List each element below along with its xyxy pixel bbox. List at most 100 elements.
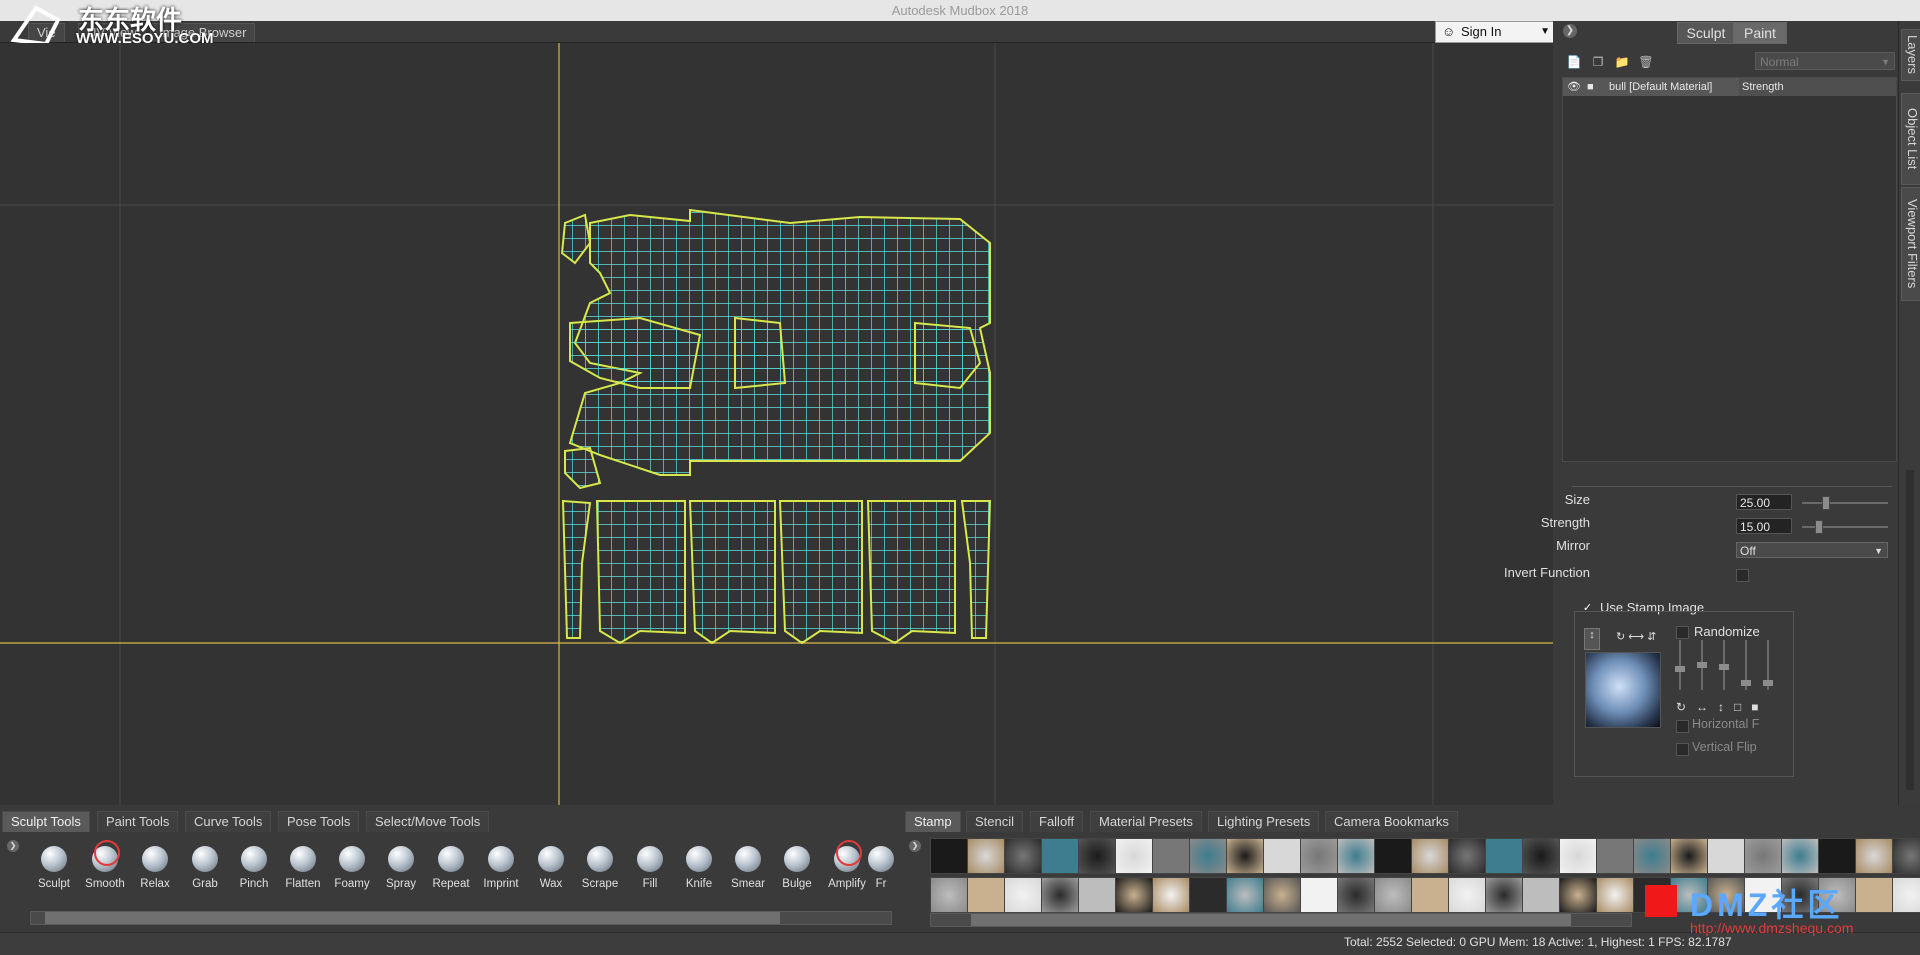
size-input[interactable]: 25.00 bbox=[1736, 494, 1792, 510]
layer-list[interactable]: 👁 ■ bull [Default Material] Strength bbox=[1562, 77, 1897, 462]
mirror-select[interactable]: Off ▼ bbox=[1736, 542, 1888, 558]
side-tab-viewport-filters[interactable]: Viewport Filters bbox=[1901, 187, 1920, 301]
properties-scrollbar[interactable] bbox=[1906, 470, 1914, 790]
stamp-thumbnail[interactable] bbox=[1078, 877, 1116, 913]
stamp-thumbnail[interactable] bbox=[1374, 838, 1412, 874]
stamp-scrollbar[interactable] bbox=[930, 913, 1632, 927]
stamp-thumbnail[interactable] bbox=[1744, 838, 1782, 874]
stamp-thumbnail[interactable] bbox=[1115, 838, 1153, 874]
stamp-thumbnail[interactable] bbox=[1152, 877, 1190, 913]
size-slider[interactable] bbox=[1802, 502, 1888, 504]
sign-in-button[interactable]: ☺ Sign In ▼ bbox=[1435, 21, 1555, 43]
tool-imprint[interactable]: Imprint bbox=[477, 840, 525, 900]
stamp-thumbnail[interactable] bbox=[1189, 838, 1227, 874]
tool-spray[interactable]: Spray bbox=[377, 840, 425, 900]
tab-lighting-presets[interactable]: Lighting Presets bbox=[1208, 811, 1320, 832]
tool-smear[interactable]: Smear bbox=[724, 840, 772, 900]
stamp-thumbnail[interactable] bbox=[1485, 877, 1523, 913]
tool-amplify[interactable]: Amplify bbox=[823, 840, 871, 900]
vertical-flip-checkbox[interactable] bbox=[1676, 743, 1689, 756]
stamp-thumbnail[interactable] bbox=[1374, 877, 1412, 913]
randomize-checkbox[interactable] bbox=[1676, 626, 1689, 639]
tab-pose-tools[interactable]: Pose Tools bbox=[278, 811, 360, 832]
invert-function-checkbox[interactable] bbox=[1736, 569, 1749, 582]
stamp-thumbnail[interactable] bbox=[1078, 838, 1116, 874]
stamp-thumbnail[interactable] bbox=[930, 877, 968, 913]
tool-scrape[interactable]: Scrape bbox=[576, 840, 624, 900]
tab-sculpt-tools[interactable]: Sculpt Tools bbox=[2, 811, 90, 832]
tool-grab[interactable]: Grab bbox=[181, 840, 229, 900]
stamp-thumbnail[interactable] bbox=[1818, 838, 1856, 874]
stamp-thumbnail[interactable] bbox=[1300, 838, 1338, 874]
stamp-thumbnail[interactable] bbox=[1559, 838, 1597, 874]
side-tab-layers[interactable]: Layers bbox=[1901, 29, 1920, 81]
stamp-thumbnail[interactable] bbox=[930, 838, 968, 874]
stamp-thumbnail[interactable] bbox=[967, 877, 1005, 913]
tab-stencil[interactable]: Stencil bbox=[966, 811, 1024, 832]
mode-tab-paint[interactable]: Paint bbox=[1733, 22, 1787, 44]
tab-select-move-tools[interactable]: Select/Move Tools bbox=[366, 811, 490, 832]
stamp-thumbnail[interactable] bbox=[1892, 838, 1920, 874]
stamp-thumbnail[interactable] bbox=[1041, 877, 1079, 913]
stamp-thumbnail[interactable] bbox=[1004, 877, 1042, 913]
strength-slider-handle[interactable] bbox=[1815, 520, 1823, 534]
tool-repeat[interactable]: Repeat bbox=[427, 840, 475, 900]
tab-falloff[interactable]: Falloff bbox=[1030, 811, 1084, 832]
uv-viewport[interactable] bbox=[0, 43, 1553, 805]
stamp-thumbnail[interactable] bbox=[1263, 877, 1301, 913]
tools-scroll-thumb[interactable] bbox=[45, 912, 780, 924]
tool-relax[interactable]: Relax bbox=[131, 840, 179, 900]
tool-collapse-icon[interactable]: ❯ bbox=[7, 840, 19, 852]
layer-row[interactable]: 👁 ■ bull [Default Material] Strength bbox=[1563, 78, 1896, 96]
stamp-thumbnail[interactable] bbox=[1263, 838, 1301, 874]
folder-icon[interactable]: 📁 bbox=[1614, 54, 1630, 70]
stamp-thumbnail[interactable] bbox=[1226, 838, 1264, 874]
stamp-thumbnail[interactable] bbox=[1781, 838, 1819, 874]
stamp-transform-icons[interactable]: ↻↔↕□■ bbox=[1676, 700, 1769, 714]
tools-scrollbar[interactable] bbox=[30, 911, 892, 925]
duplicate-layer-icon[interactable]: ❐ bbox=[1590, 54, 1606, 70]
stamp-thumbnail[interactable] bbox=[1448, 838, 1486, 874]
collapse-panel-icon[interactable]: ❯ bbox=[1563, 24, 1577, 38]
size-slider-handle[interactable] bbox=[1822, 496, 1830, 510]
tool-smooth[interactable]: Smooth bbox=[81, 840, 129, 900]
tool-sculpt[interactable]: Sculpt bbox=[30, 840, 78, 900]
randomize-sliders[interactable] bbox=[1670, 640, 1780, 700]
stamp-thumbnail[interactable] bbox=[1226, 877, 1264, 913]
mode-tab-sculpt[interactable]: Sculpt bbox=[1677, 22, 1735, 44]
new-layer-icon[interactable]: 📄 bbox=[1566, 54, 1582, 70]
stamp-thumbnail[interactable] bbox=[1115, 877, 1153, 913]
tool-foamy[interactable]: Foamy bbox=[328, 840, 376, 900]
stamp-thumbnail[interactable] bbox=[1004, 838, 1042, 874]
side-tab-object-list[interactable]: Object List bbox=[1901, 93, 1920, 185]
stamp-thumbnail[interactable] bbox=[1189, 877, 1227, 913]
uv-canvas[interactable] bbox=[0, 43, 1553, 805]
stamp-preview[interactable] bbox=[1585, 652, 1661, 728]
stamp-thumbnail[interactable] bbox=[1522, 838, 1560, 874]
rotate-icon[interactable]: ↻ ⟷ ⇵ bbox=[1616, 630, 1656, 643]
stamp-thumbnail[interactable] bbox=[1337, 838, 1375, 874]
stamp-thumbnail[interactable] bbox=[1041, 838, 1079, 874]
tool-wax[interactable]: Wax bbox=[527, 840, 575, 900]
stamp-thumbnail[interactable] bbox=[1707, 838, 1745, 874]
stamp-menu-icon[interactable]: ↕ bbox=[1584, 628, 1600, 650]
tab-camera-bookmarks[interactable]: Camera Bookmarks bbox=[1325, 811, 1458, 832]
strength-input[interactable]: 15.00 bbox=[1736, 518, 1792, 534]
tool-fill[interactable]: Fill bbox=[626, 840, 674, 900]
stamp-thumbnail[interactable] bbox=[1670, 838, 1708, 874]
stamp-thumbnail[interactable] bbox=[1448, 877, 1486, 913]
tab-paint-tools[interactable]: Paint Tools bbox=[97, 811, 179, 832]
stamp-thumbnail[interactable] bbox=[1337, 877, 1375, 913]
tab-stamp[interactable]: Stamp bbox=[905, 811, 961, 832]
tab-material-presets[interactable]: Material Presets bbox=[1090, 811, 1202, 832]
trash-icon[interactable]: 🗑 bbox=[1638, 54, 1654, 70]
tool-knife[interactable]: Knife bbox=[675, 840, 723, 900]
stamp-thumbnail[interactable] bbox=[967, 838, 1005, 874]
stamp-scroll-thumb[interactable] bbox=[971, 914, 1571, 926]
stamp-thumbnail[interactable] bbox=[1300, 877, 1338, 913]
stamp-thumbnail[interactable] bbox=[1855, 838, 1893, 874]
eye-icon[interactable]: 👁 bbox=[1567, 78, 1581, 96]
lock-icon[interactable]: ■ bbox=[1587, 78, 1594, 96]
stamp-thumbnail[interactable] bbox=[1559, 877, 1597, 913]
stamp-thumbnail[interactable] bbox=[1596, 877, 1634, 913]
